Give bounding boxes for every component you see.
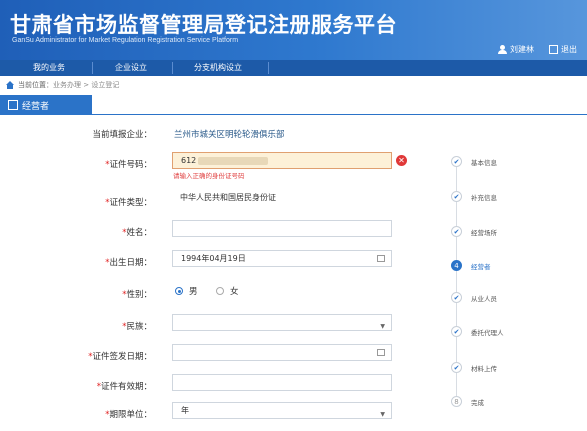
id-type-label-text: 证件类型： (109, 198, 152, 208)
enterprise-value: 兰州市城关区明轮轮滑俱乐部 (174, 130, 285, 140)
error-icon: ✕ (396, 155, 407, 166)
id-number-value: 612 (181, 156, 197, 165)
step-business-place[interactable]: ✔ 经营场所 (451, 226, 497, 237)
step-agent[interactable]: ✔ 委托代理人 (451, 326, 504, 337)
logout-label: 退出 (561, 45, 577, 54)
id-type-field[interactable]: 中华人民共和国居民身份证 (172, 190, 392, 207)
issue-date-label: *证件签发日期： (88, 352, 152, 362)
step-label: 经营场所 (471, 228, 497, 237)
breadcrumb-prefix: 当前位置： (18, 81, 53, 89)
check-icon: ✔ (451, 226, 462, 237)
enterprise-label: 当前填报企业： (92, 130, 152, 140)
calendar-icon[interactable] (377, 255, 385, 262)
validity-label-text: 证件有效期： (100, 382, 152, 392)
step-upload[interactable]: ✔ 材料上传 (451, 362, 497, 373)
check-icon: ✔ (451, 362, 462, 373)
gender-female-radio[interactable]: 女 (216, 285, 239, 297)
ethnicity-label: *民族： (122, 322, 152, 332)
site-subtitle: GanSu Administrator for Market Regulatio… (12, 37, 239, 44)
home-icon[interactable] (6, 81, 14, 89)
step-label: 补充信息 (471, 193, 497, 202)
nav-divider (172, 62, 173, 74)
step-label: 完成 (471, 398, 484, 407)
ethnicity-select[interactable]: ▼ (172, 314, 392, 331)
birth-label-text: 出生日期： (109, 258, 152, 268)
validity-label: *证件有效期： (96, 382, 152, 392)
gender-label-text: 性别： (126, 290, 152, 300)
step-label: 基本信息 (471, 158, 497, 167)
gender-label: *性别： (122, 290, 152, 300)
name-label-text: 姓名： (126, 228, 152, 238)
breadcrumb-path[interactable]: 业务办理 > 设立登记 (53, 81, 119, 89)
user-icon (498, 45, 507, 54)
user-name: 刘建林 (510, 45, 534, 54)
step-number-icon: 4 (451, 260, 462, 271)
issue-date-input[interactable] (172, 344, 392, 361)
step-basic-info[interactable]: ✔ 基本信息 (451, 156, 497, 167)
check-icon: ✔ (451, 292, 462, 303)
tab-operator-label: 经营者 (22, 101, 50, 112)
term-unit-label-text: 期限单位： (109, 410, 152, 420)
validity-input[interactable] (172, 374, 392, 391)
term-unit-value: 年 (181, 406, 189, 415)
step-employees[interactable]: ✔ 从业人员 (451, 292, 497, 303)
gender-male-radio[interactable]: 男 (175, 285, 198, 297)
logout-button[interactable]: 退出 (549, 44, 577, 55)
step-finish[interactable]: 8 完成 (451, 396, 484, 407)
chevron-down-icon: ▼ (380, 411, 385, 418)
issue-date-label-text: 证件签发日期： (92, 352, 152, 362)
check-icon: ✔ (451, 326, 462, 337)
main-nav: 我的业务 企业设立 分支机构设立 (0, 60, 587, 76)
tab-underline (0, 114, 587, 115)
breadcrumb: 当前位置：业务办理 > 设立登记 (18, 80, 119, 90)
step-number-icon: 8 (451, 396, 462, 407)
site-title: 甘肃省市场监督管理局登记注册服务平台 (10, 13, 397, 37)
name-label: *姓名： (122, 228, 152, 238)
check-icon: ✔ (451, 191, 462, 202)
step-label: 从业人员 (471, 294, 497, 303)
step-label: 经营者 (471, 262, 491, 271)
term-unit-label: *期限单位： (105, 410, 152, 420)
radio-checked-icon (175, 287, 183, 295)
gender-female-label: 女 (230, 287, 239, 297)
nav-item-branch-setup[interactable]: 分支机构设立 (178, 60, 258, 76)
calendar-icon[interactable] (377, 349, 385, 356)
check-icon: ✔ (451, 156, 462, 167)
step-supplement-info[interactable]: ✔ 补充信息 (451, 191, 497, 202)
step-label: 材料上传 (471, 364, 497, 373)
id-number-input[interactable]: 612 (172, 152, 392, 169)
ethnicity-label-text: 民族： (126, 322, 152, 332)
tab-operator[interactable]: 经营者 (0, 95, 92, 115)
step-label: 委托代理人 (471, 328, 504, 337)
chevron-down-icon: ▼ (380, 323, 385, 330)
redacted-digits (198, 156, 269, 165)
nav-item-enterprise-setup[interactable]: 企业设立 (100, 60, 162, 76)
birth-date-value: 1994年04月19日 (181, 254, 246, 263)
birth-date-input[interactable]: 1994年04月19日 (172, 250, 392, 267)
birth-label: *出生日期： (105, 258, 152, 268)
radio-unchecked-icon (216, 287, 224, 295)
name-input[interactable] (172, 220, 392, 237)
nav-divider (268, 62, 269, 74)
site-header: 甘肃省市场监督管理局登记注册服务平台 GanSu Administrator f… (0, 0, 587, 60)
term-unit-select[interactable]: 年 ▼ (172, 402, 392, 419)
id-number-label: *证件号码： (105, 160, 152, 170)
nav-item-my-business[interactable]: 我的业务 (18, 60, 80, 76)
logout-icon (549, 45, 558, 54)
id-type-label: *证件类型： (105, 198, 152, 208)
user-menu[interactable]: 刘建林 (498, 44, 534, 55)
nav-divider (92, 62, 93, 74)
step-operator[interactable]: 4 经营者 (451, 260, 491, 271)
id-number-label-text: 证件号码： (109, 160, 152, 170)
id-number-error: 请输入正确的身份证号码 (173, 172, 245, 180)
gender-male-label: 男 (189, 287, 198, 297)
edit-icon (8, 100, 18, 110)
